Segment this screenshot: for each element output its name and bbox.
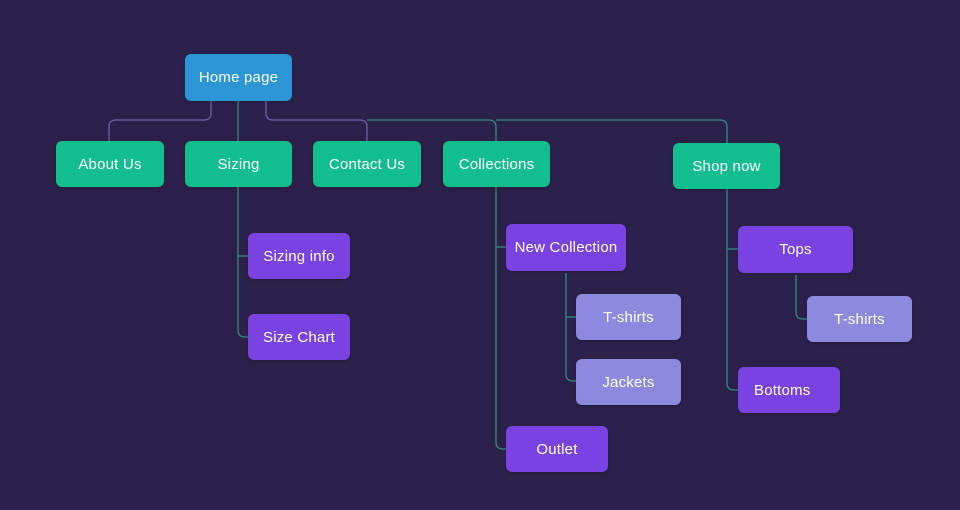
node-label: Contact Us [328,155,406,173]
node-label: Collections [458,155,535,173]
node-label: Shop now [692,157,761,175]
node-label: About Us [78,155,142,173]
node-label: Tops [779,241,812,258]
node-contact-us[interactable]: Contact Us [313,141,421,187]
node-label: Size Chart [262,328,336,346]
node-label: Outlet [536,440,578,458]
node-label: Home page [198,69,279,86]
node-new-collection[interactable]: New Collection [506,224,626,271]
node-tops[interactable]: Tops [738,226,853,273]
node-shop-now[interactable]: Shop now [673,143,780,189]
node-label: T-shirts [603,308,654,326]
node-sizing[interactable]: Sizing [185,141,292,187]
node-label: Sizing [217,155,260,173]
node-label: Jackets [602,373,655,391]
node-sizing-info[interactable]: Sizing info [248,233,350,279]
node-label: New Collection [514,239,618,256]
node-label: Sizing info [263,247,335,265]
node-home-page[interactable]: Home page [185,54,292,101]
node-collections-jackets[interactable]: Jackets [576,359,681,405]
node-bottoms[interactable]: Bottoms [738,367,840,413]
node-about-us[interactable]: About Us [56,141,164,187]
node-collections-tshirts[interactable]: T-shirts [576,294,681,340]
node-label: T-shirts [834,310,885,328]
sitemap-diagram: Home page About Us Sizing Contact Us Col… [0,0,960,510]
node-label: Bottoms [754,381,811,399]
node-outlet[interactable]: Outlet [506,426,608,472]
node-tops-tshirts[interactable]: T-shirts [807,296,912,342]
node-size-chart[interactable]: Size Chart [248,314,350,360]
node-collections[interactable]: Collections [443,141,550,187]
